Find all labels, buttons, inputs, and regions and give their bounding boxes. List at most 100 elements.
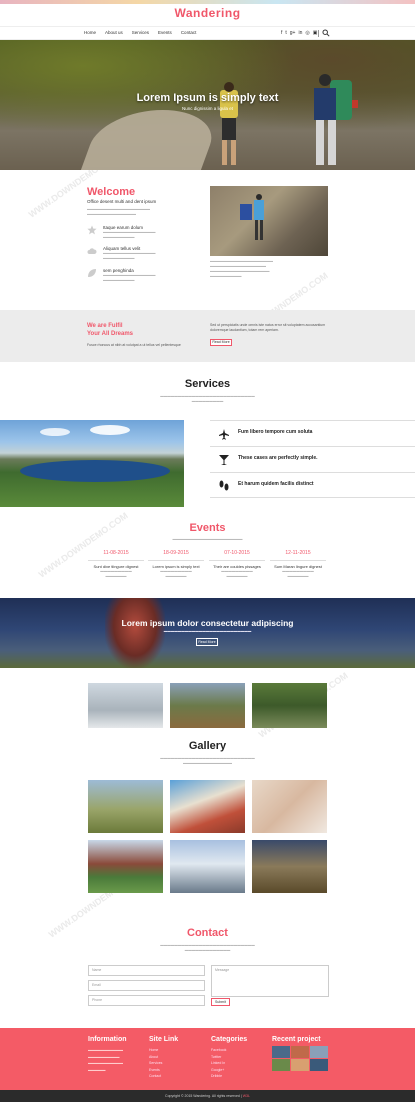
band-text: Sed ut perspiciatis unde omnis iste natu… [210,323,326,332]
instagram-icon[interactable]: ▣ [313,30,318,36]
recent-project-thumb[interactable] [272,1046,290,1058]
hero-subtitle: Nunc dignissim a ligula et [181,106,234,111]
top-color-strip [0,0,415,4]
banner-placeholder-text: ▬▬▬▬▬▬▬▬▬▬▬▬▬▬▬▬▬▬▬▬▬▬▬▬▬ [163,629,252,633]
band-read-more-button[interactable]: Read More [210,339,232,346]
welcome-placeholder-text: ▬▬▬▬▬▬▬▬▬▬▬▬▬▬▬▬▬▬ ▬▬▬▬▬▬▬▬▬▬▬▬▬▬ [87,207,150,216]
hero-hiker-image [314,74,358,165]
nav-link-services[interactable]: Services [132,30,149,35]
footer-information: Information ▬▬▬▬▬▬▬▬▬▬ ▬▬▬▬▬▬▬▬▬ ▬▬▬▬▬▬▬▬▬… [88,1036,143,1073]
recent-project-thumb[interactable] [291,1046,309,1058]
nav-link-home[interactable]: Home [84,30,96,35]
footer-information-title: Information [88,1036,127,1043]
message-field[interactable]: Message [211,965,329,997]
gallery-photo[interactable] [170,840,245,893]
welcome-subtitle: Office desent multi and dent ipsum [87,199,157,204]
event-date: 07-10-2015 [224,550,250,556]
feature-placeholder-text: ▬▬▬▬▬▬▬▬▬▬▬▬▬▬▬ ▬▬▬▬▬▬▬▬▬ [103,251,156,260]
recent-project-thumb[interactable] [310,1059,328,1071]
welcome-feature: Itaque earum dolum ▬▬▬▬▬▬▬▬▬▬▬▬▬▬▬ ▬▬▬▬▬▬… [87,225,203,240]
phone-field[interactable]: Phone [88,995,205,1006]
service-item: Fum libero tempore cum soluta [210,420,415,446]
twitter-icon[interactable]: t [285,30,286,36]
service-label: Fum libero tempore cum soluta [238,429,313,435]
hero-title: Lorem Ipsum is simply text [136,92,279,104]
welcome-climber-image [210,186,328,256]
gallery-photo[interactable] [88,840,163,893]
event-item[interactable]: 07-10-2015 Their are couldes pissages ▬▬… [209,550,265,579]
gallery-photo[interactable] [252,683,327,728]
cocktail-icon [219,455,229,465]
footprints-icon [219,480,229,491]
email-field[interactable]: Email [88,980,205,991]
promo-banner: Lorem ipsum dolor consectetur adipiscing… [0,598,415,668]
nav-links: Home About us Services Events Contact [84,30,196,35]
cloud-shape [40,428,70,436]
footer-recent-project: Recent project [272,1036,332,1043]
name-field[interactable]: Name [88,965,205,976]
google-plus-icon[interactable]: g+ [290,30,296,36]
cloud-shape [90,425,130,435]
events-description: ▬▬▬▬▬▬▬▬▬▬▬▬▬▬▬▬▬▬▬▬ [172,537,243,541]
welcome-feature: sem penghinda ▬▬▬▬▬▬▬▬▬▬▬▬▬▬▬ ▬▬▬▬▬▬▬▬▬ [87,268,203,283]
footer: Information ▬▬▬▬▬▬▬▬▬▬ ▬▬▬▬▬▬▬▬▬ ▬▬▬▬▬▬▬▬▬… [0,1028,415,1090]
feature-placeholder-text: ▬▬▬▬▬▬▬▬▬▬▬▬▬▬▬ ▬▬▬▬▬▬▬▬▬ [103,273,156,282]
social-links: f t g+ in ◎ ▣ [281,30,318,36]
band-subtitle: Fusce rhoncus at nibh at volutpat a ut t… [87,343,181,347]
gallery-title: Gallery [188,740,227,752]
gallery-photo[interactable] [170,780,245,833]
nav-link-contact[interactable]: Contact [181,30,197,35]
linkedin-icon[interactable]: in [298,30,302,36]
gallery-photo[interactable] [252,780,327,833]
service-item: Et harum quidem facilis distinct [210,472,415,498]
climber-illustration [240,194,264,240]
event-date: 11-08-2015 [103,550,129,556]
band-title-line1: We are Fulfil [87,323,123,329]
event-item[interactable]: 11-08-2015 Sunt dixe tlingure dignest ▬▬… [88,550,144,579]
service-item: These cases are perfectly simple. [210,446,415,472]
gallery-photo[interactable] [170,683,245,728]
event-date: 12-11-2015 [285,550,311,556]
recent-project-thumb[interactable] [291,1059,309,1071]
banner-read-more-button[interactable]: Read More [196,638,218,646]
event-placeholder-text: ▬▬▬▬▬▬▬▬▬ ▬▬▬▬▬▬ [282,569,314,578]
gallery-photo[interactable] [88,780,163,833]
facebook-icon[interactable]: f [281,30,282,36]
welcome-feature: Aliquam tellus velit ▬▬▬▬▬▬▬▬▬▬▬▬▬▬▬ ▬▬▬▬… [87,246,203,261]
nav-link-events[interactable]: Events [158,30,172,35]
gallery-photo[interactable] [88,683,163,728]
event-title: Sum Maran lingure dignest [270,560,326,569]
gallery-description: ▬▬▬▬▬▬▬▬▬▬▬▬▬▬▬▬▬▬▬▬▬▬▬▬▬▬▬ ▬▬▬▬▬▬▬▬▬▬▬▬▬… [160,756,255,765]
lake-shape [20,460,170,482]
footer-recent-title: Recent project [272,1036,321,1043]
recent-project-thumb[interactable] [310,1046,328,1058]
main-nav: Home About us Services Events Contact f … [0,26,415,40]
star-icon [87,225,97,235]
submit-button[interactable]: Submit [211,998,230,1006]
event-title: Lorem ipsum is simply text [148,560,204,569]
brand-logo[interactable]: Wandering [0,6,415,20]
contact-title: Contact [187,927,228,939]
recent-project-thumb[interactable] [272,1059,290,1071]
services-lake-image [0,420,184,507]
search-icon[interactable] [322,29,330,37]
leaf-icon [88,269,96,277]
footer-category-dribble[interactable]: Dribble [211,1073,266,1080]
events-title: Events [189,522,226,534]
services-title: Services [184,378,231,390]
footer-link-contact[interactable]: Contact [149,1073,204,1080]
event-placeholder-text: ▬▬▬▬▬▬▬▬▬ ▬▬▬▬▬▬ [221,569,253,578]
event-item[interactable]: 12-11-2015 Sum Maran lingure dignest ▬▬▬… [270,550,326,579]
band-title-line2: Your All Dreams [87,331,134,337]
dribbble-icon[interactable]: ◎ [305,30,309,36]
event-title: Their are couldes pissages [209,560,265,569]
event-placeholder-text: ▬▬▬▬▬▬▬▬▬ ▬▬▬▬▬▬ [100,569,132,578]
copyright-link[interactable]: W3L [243,1094,250,1098]
feature-placeholder-text: ▬▬▬▬▬▬▬▬▬▬▬▬▬▬▬ ▬▬▬▬▬▬▬▬▬ [103,230,156,239]
welcome-image-caption: ▬▬▬▬▬▬▬▬▬▬▬▬▬▬▬▬▬▬ ▬▬▬▬▬▬▬▬▬▬▬▬▬▬▬▬ ▬▬▬▬▬▬… [210,259,273,278]
nav-link-about[interactable]: About us [105,30,123,35]
event-title: Sunt dixe tlingure dignest [88,560,144,569]
gallery-photo[interactable] [252,840,327,893]
event-item[interactable]: 18-09-2015 Lorem ipsum is simply text ▬▬… [148,550,204,579]
welcome-title: Welcome [87,186,136,198]
